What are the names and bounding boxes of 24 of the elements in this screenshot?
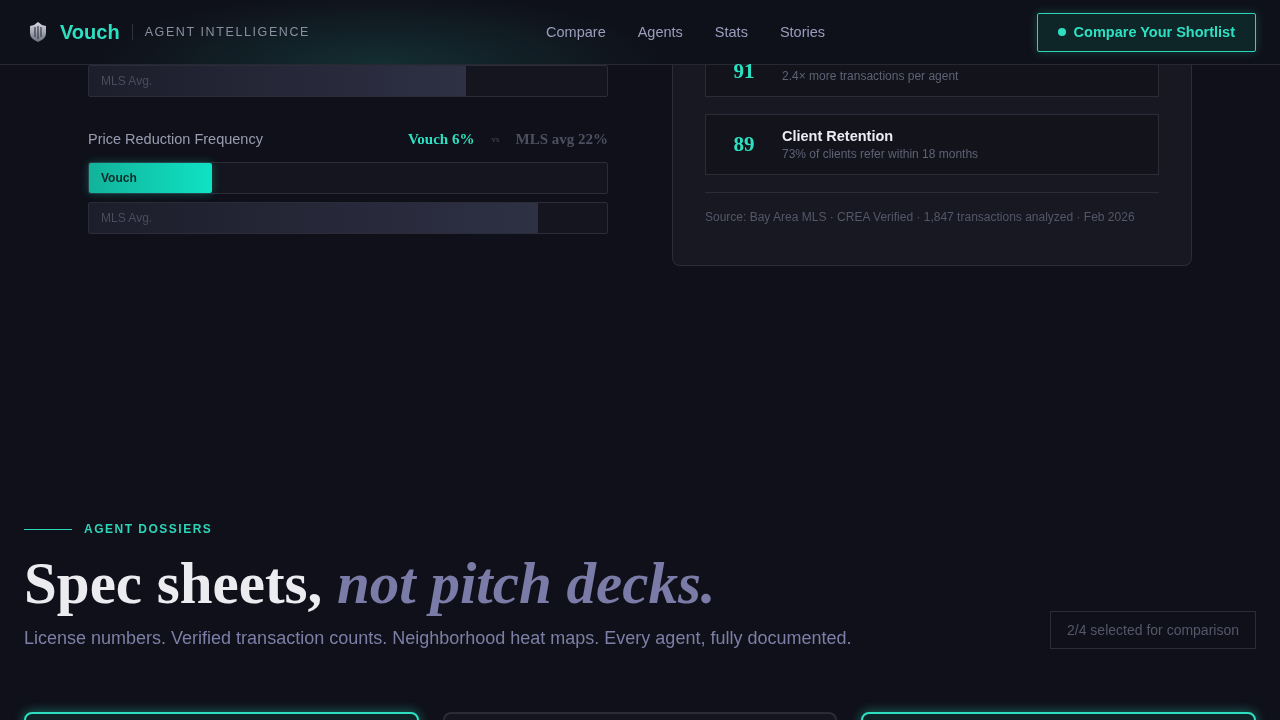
bar-label: Vouch: [101, 171, 137, 185]
vs-label: vs: [491, 134, 500, 144]
brand-name[interactable]: Vouch: [60, 20, 120, 44]
score-title: Client Retention: [782, 128, 895, 144]
score-detail: 2.4× more transactions per agent: [782, 69, 959, 83]
section-heading: Spec sheets, not pitch decks.: [24, 551, 717, 615]
metric-label: Price Reduction Frequency: [88, 131, 263, 147]
section-eyebrow: AGENT DOSSIERS: [84, 522, 213, 536]
dot-icon: [1057, 28, 1066, 36]
nav-link[interactable]: Stats: [714, 24, 748, 40]
nav-link[interactable]: Agents: [637, 24, 683, 40]
vouch-value: Vouch 6%: [407, 130, 475, 148]
nav-link[interactable]: Compare: [546, 24, 606, 40]
selection-counter: 2/4 selected for comparison: [1050, 611, 1256, 649]
compare-shortlist-button[interactable]: Compare Your Shortlist: [1036, 12, 1256, 52]
score-detail: 73% of clients refer within 18 months: [782, 147, 979, 161]
brand-tagline: AGENT INTELLIGENCE: [144, 25, 311, 39]
score-value: 89: [732, 132, 756, 157]
shield-icon: [29, 22, 47, 42]
nav-link[interactable]: Stories: [779, 24, 826, 40]
mls-value: MLS avg 22%: [515, 130, 608, 148]
source-note: Source: Bay Area MLS · CREA Verified · 1,847 transactions analyzed · Feb 2026: [705, 210, 1136, 224]
score-value: 91: [732, 59, 756, 84]
section-subtitle: License numbers. Verified transaction counts. Neighborhood heat maps. Every agent, fully documented.: [24, 627, 853, 649]
